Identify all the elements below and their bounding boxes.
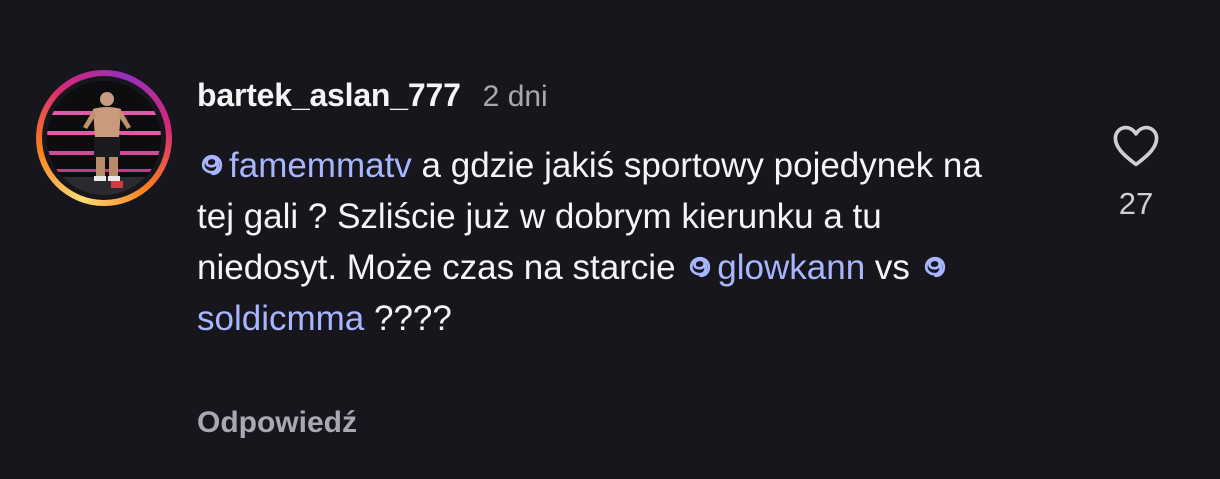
like-count: 27 xyxy=(1118,186,1154,221)
heart-outline-icon xyxy=(1113,125,1159,167)
comment: bartek_aslan_777 2 dni famemmatv a gdzie… xyxy=(0,0,1220,479)
avatar xyxy=(47,81,161,195)
avatar-story-ring[interactable] xyxy=(36,70,172,206)
mention-text[interactable]: glowkann xyxy=(717,248,865,287)
comment-text-segment: ???? xyxy=(364,299,452,338)
threads-at-icon xyxy=(924,256,945,278)
comment-text: famemmatv a gdzie jakiś sportowy pojedyn… xyxy=(197,140,1017,344)
avatar-ring-gap xyxy=(42,76,166,200)
comment-text-segment: vs xyxy=(865,248,920,287)
mention-text[interactable]: famemmatv xyxy=(229,146,412,185)
mention-link[interactable]: glowkann xyxy=(685,248,865,287)
username[interactable]: bartek_aslan_777 xyxy=(197,77,461,114)
avatar-photo-icon xyxy=(47,81,161,195)
threads-at-icon xyxy=(690,256,711,278)
reply-button[interactable]: Odpowiedź xyxy=(197,406,357,440)
mention-link[interactable]: famemmatv xyxy=(197,146,412,185)
mention-text[interactable]: soldicmma xyxy=(197,299,364,338)
like-button[interactable] xyxy=(1110,120,1162,172)
threads-at-icon xyxy=(201,154,223,176)
comment-header: bartek_aslan_777 2 dni xyxy=(197,77,548,121)
timestamp: 2 dni xyxy=(482,80,548,113)
